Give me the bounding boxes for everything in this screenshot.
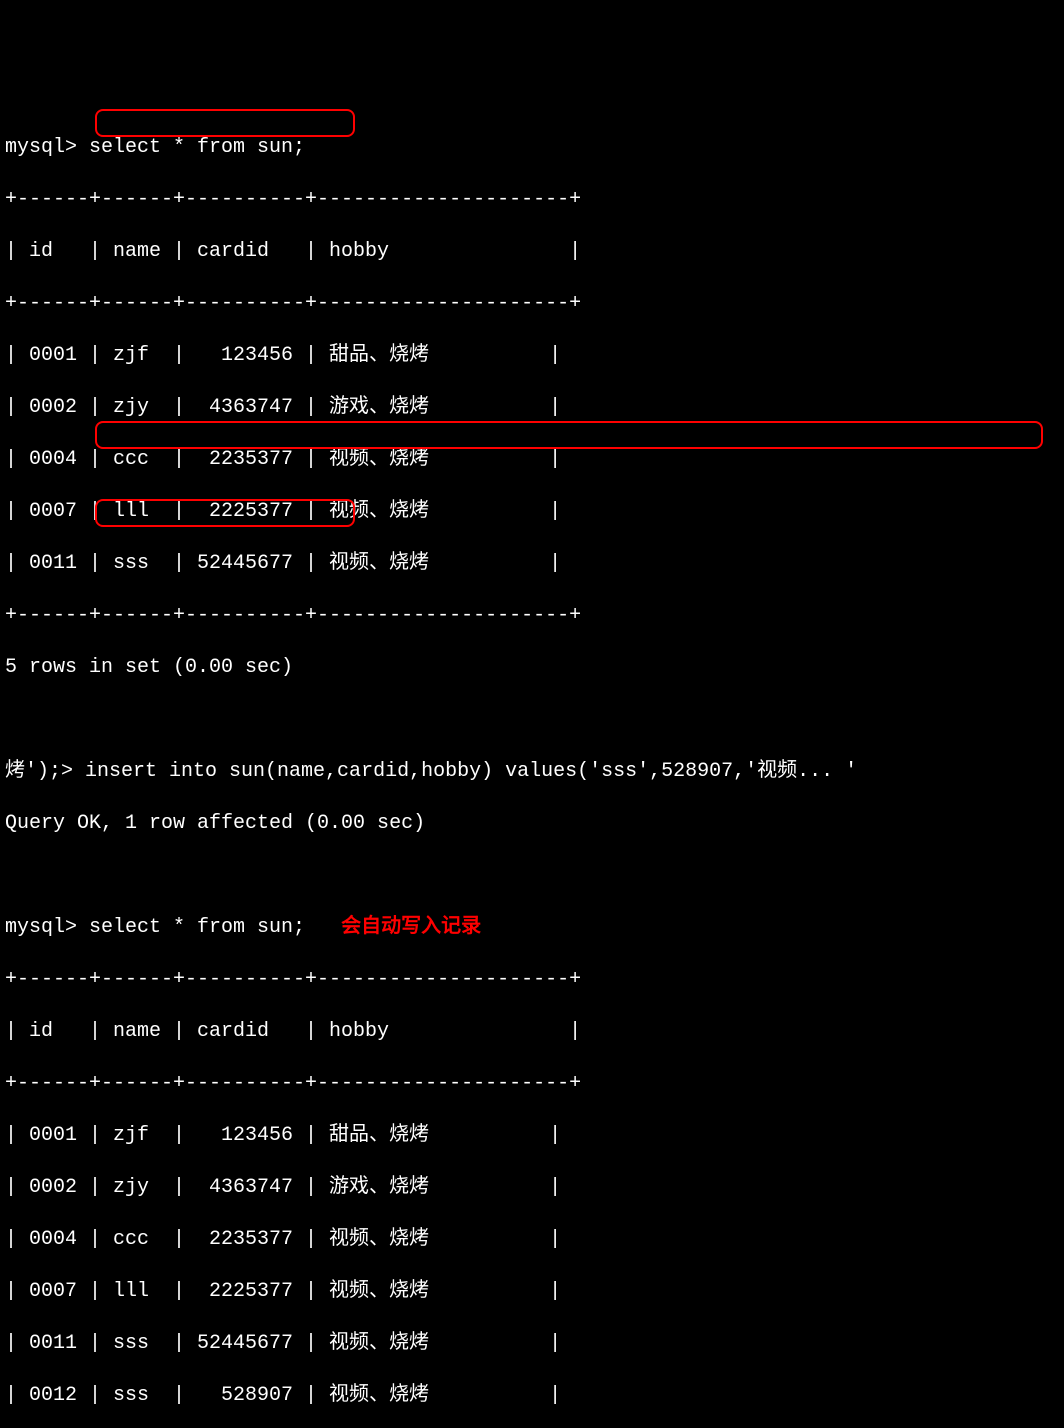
mysql-prompt[interactable]: mysql>: [5, 916, 77, 939]
table-separator: +------+------+----------+--------------…: [5, 187, 1059, 213]
table-row: | 0004 | ccc | 2235377 | 视频、烧烤 |: [5, 1227, 1059, 1253]
blank-line: [5, 707, 1059, 733]
table-separator: +------+------+----------+--------------…: [5, 967, 1059, 993]
select-query-1: select * from sun;: [77, 136, 305, 159]
query-ok-line: Query OK, 1 row affected (0.00 sec): [5, 811, 1059, 837]
query-line-1: mysql> select * from sun;: [5, 135, 1059, 161]
table-header: | id | name | cardid | hobby |: [5, 239, 1059, 265]
table-row: | 0002 | zjy | 4363747 | 游戏、烧烤 |: [5, 1175, 1059, 1201]
highlight-box-1: [95, 109, 355, 137]
select-query-2: select * from sun;: [77, 916, 305, 939]
highlight-box-2: [95, 421, 1043, 449]
terminal-output: mysql> select * from sun; +------+------…: [5, 109, 1059, 1428]
table-separator: +------+------+----------+--------------…: [5, 603, 1059, 629]
mysql-prompt[interactable]: mysql>: [5, 136, 77, 159]
table-row: | 0002 | zjy | 4363747 | 游戏、烧烤 |: [5, 395, 1059, 421]
table-row: | 0011 | sss | 52445677 | 视频、烧烤 |: [5, 551, 1059, 577]
table-separator: +------+------+----------+--------------…: [5, 291, 1059, 317]
table-row: | 0012 | sss | 528907 | 视频、烧烤 |: [5, 1383, 1059, 1409]
table-row: | 0011 | sss | 52445677 | 视频、烧烤 |: [5, 1331, 1059, 1357]
table-row: | 0007 | lll | 2225377 | 视频、烧烤 |: [5, 1279, 1059, 1305]
table-row: | 0004 | ccc | 2235377 | 视频、烧烤 |: [5, 447, 1059, 473]
blank-line: [5, 863, 1059, 889]
table-separator: +------+------+----------+--------------…: [5, 1071, 1059, 1097]
insert-query-line: 烤');> insert into sun(name,cardid,hobby)…: [5, 759, 1059, 785]
annotation-text: 会自动写入记录: [341, 916, 481, 939]
table-row: | 0001 | zjf | 123456 | 甜品、烧烤 |: [5, 343, 1059, 369]
table-row: | 0001 | zjf | 123456 | 甜品、烧烤 |: [5, 1123, 1059, 1149]
query-line-3: mysql> select * from sun; 会自动写入记录: [5, 915, 1059, 941]
prompt-wrap[interactable]: 烤');>: [5, 760, 73, 783]
result-footer: 5 rows in set (0.00 sec): [5, 655, 1059, 681]
insert-query: insert into sun(name,cardid,hobby) value…: [73, 760, 857, 783]
table-header: | id | name | cardid | hobby |: [5, 1019, 1059, 1045]
table-row: | 0007 | lll | 2225377 | 视频、烧烤 |: [5, 499, 1059, 525]
